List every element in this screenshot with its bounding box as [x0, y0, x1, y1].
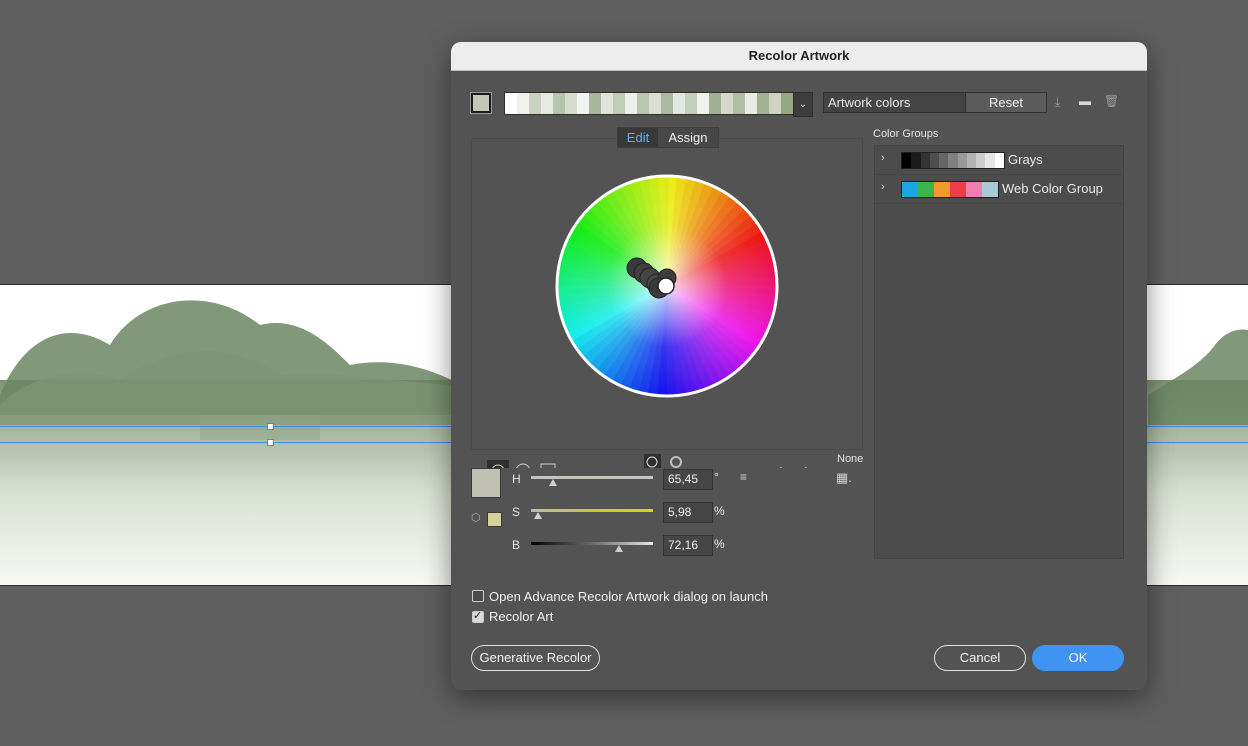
color-wheel-area: ♁⁺ ♁⁻ ⚲: [487, 174, 817, 468]
cancel-button[interactable]: Cancel: [934, 645, 1026, 671]
color-bars-icon[interactable]: [540, 463, 556, 468]
hue-slider-thumb[interactable]: [548, 479, 557, 486]
strip-color-chip: [661, 93, 673, 114]
menu-icon[interactable]: ≡: [740, 470, 747, 484]
strip-color-chip: [697, 93, 709, 114]
strip-color-chip: [709, 93, 721, 114]
group-color-chip: [918, 182, 934, 197]
reset-button[interactable]: Reset: [965, 92, 1047, 113]
strip-color-chip: [721, 93, 733, 114]
strip-color-chip: [769, 93, 781, 114]
saturation-unit: %: [714, 504, 725, 518]
segmented-wheel-icon[interactable]: [516, 463, 530, 468]
smooth-wheel-icon[interactable]: [487, 460, 509, 468]
dialog-title: Recolor Artwork: [451, 42, 1147, 71]
brightness-slider[interactable]: [531, 542, 653, 545]
wheel-display-modes: [487, 460, 556, 468]
group-color-chip: [929, 153, 940, 168]
group-color-chip: [911, 153, 921, 168]
generative-recolor-button[interactable]: Generative Recolor: [471, 645, 600, 671]
strip-color-chip: [577, 93, 589, 114]
brightness-unit: %: [714, 537, 725, 551]
saturation-value-field[interactable]: 5,98: [663, 502, 713, 523]
strip-color-chip: [637, 93, 649, 114]
group-color-chip: [902, 153, 912, 168]
current-color-swatch[interactable]: [471, 93, 491, 113]
color-group-row[interactable]: › Grays: [875, 146, 1123, 175]
group-color-chip: [934, 182, 950, 197]
group-color-chip: [948, 153, 958, 168]
strip-color-chip: [529, 93, 541, 114]
hue-value-field[interactable]: 65,45: [663, 469, 713, 490]
color-group-swatches: [901, 152, 1005, 169]
out-of-gamut-icon: ⬡: [471, 512, 481, 524]
saturation-toggle-icon[interactable]: [670, 456, 682, 468]
strip-color-chip: [613, 93, 625, 114]
group-color-chip: [966, 182, 982, 197]
recolor-art-checkbox[interactable]: [472, 609, 484, 623]
strip-color-chip: [625, 93, 637, 114]
none-label: None: [837, 453, 864, 465]
strip-color-chip: [553, 93, 565, 114]
brightness-slider-thumb[interactable]: [614, 545, 623, 552]
group-color-chip: [994, 153, 1004, 168]
strip-color-chip: [505, 93, 517, 114]
brightness-value-field[interactable]: 72,16: [663, 535, 713, 556]
gamut-color-swatch[interactable]: [487, 512, 502, 527]
saturation-slider[interactable]: [531, 509, 653, 512]
color-library-icon[interactable]: ▦.: [836, 470, 852, 486]
open-advance-label: Open Advance Recolor Artwork dialog on l…: [489, 589, 768, 604]
color-group-swatches: [901, 181, 999, 198]
color-group-name: Grays: [1008, 152, 1043, 167]
strip-color-chip: [673, 93, 685, 114]
group-color-chip: [939, 153, 949, 168]
brightness-label: B: [512, 538, 521, 552]
selection-handle[interactable]: [267, 423, 274, 430]
strip-color-chip: [601, 93, 613, 114]
artwork-colors-field[interactable]: Artwork colors: [823, 92, 967, 113]
hue-label: H: [512, 472, 521, 486]
chevron-right-icon[interactable]: ›: [881, 181, 885, 193]
hue-unit: °: [714, 470, 719, 484]
strip-color-chip: [649, 93, 661, 114]
color-group-name: Web Color Group: [1002, 181, 1103, 196]
strip-color-chip: [757, 93, 769, 114]
artwork-color-strip[interactable]: [504, 92, 794, 115]
open-advance-checkbox[interactable]: [472, 590, 484, 602]
group-color-chip: [902, 182, 918, 197]
strip-color-chip: [685, 93, 697, 114]
strip-color-chip: [589, 93, 601, 114]
save-color-group-icon[interactable]: ⤓: [1055, 95, 1060, 110]
strip-color-chip: [745, 93, 757, 114]
selected-color-swatch[interactable]: [471, 468, 501, 498]
group-color-chip: [957, 153, 967, 168]
group-color-chip: [950, 182, 966, 197]
color-groups-heading: Color Groups: [873, 128, 939, 140]
group-color-chip: [966, 153, 977, 168]
strip-color-chip: [517, 93, 529, 114]
recolor-art-label: Recolor Art: [489, 609, 554, 624]
strip-color-chip: [565, 93, 577, 114]
group-color-chip: [985, 153, 995, 168]
folder-icon[interactable]: ▬: [1079, 94, 1091, 108]
color-group-row[interactable]: › Web Color Group: [875, 175, 1123, 204]
ok-button[interactable]: OK: [1032, 645, 1124, 671]
chevron-right-icon[interactable]: ›: [881, 152, 885, 164]
chevron-down-icon[interactable]: ⌄: [793, 92, 813, 117]
recolor-artwork-dialog: Recolor Artwork ⌄ Artwork colors Reset ⤓…: [451, 42, 1147, 690]
strip-color-chip: [781, 93, 793, 114]
selection-handle[interactable]: [267, 439, 274, 446]
trash-icon[interactable]: 🗑: [1104, 94, 1119, 108]
saturation-slider-thumb[interactable]: [534, 512, 543, 519]
group-color-chip: [920, 153, 930, 168]
group-color-chip: [976, 153, 986, 168]
remove-color-icon[interactable]: ♁⁻: [801, 467, 817, 468]
strip-color-chip: [541, 93, 553, 114]
add-color-icon[interactable]: ♁⁺: [776, 467, 792, 468]
saturation-label: S: [512, 505, 521, 519]
group-color-chip: [982, 182, 998, 197]
color-groups-panel: › Grays › Web Color Group: [874, 145, 1124, 559]
strip-color-chip: [733, 93, 745, 114]
